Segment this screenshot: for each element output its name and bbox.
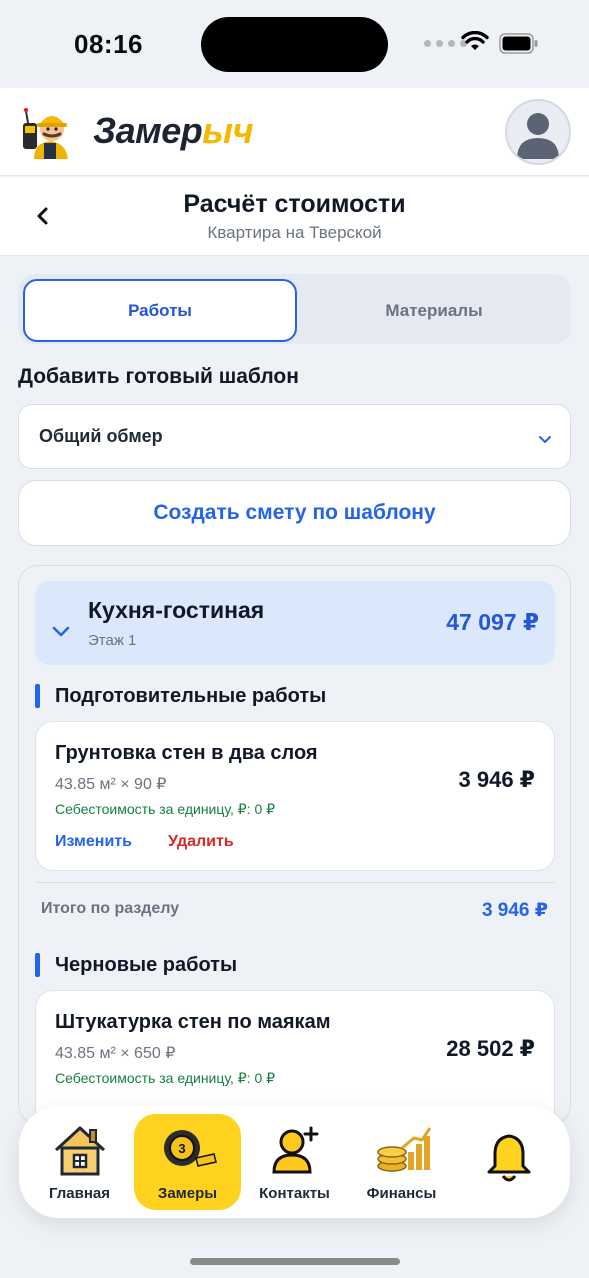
mascot-logo-icon (23, 108, 68, 159)
svg-text:3: 3 (178, 1141, 185, 1156)
delete-button[interactable]: Удалить (168, 833, 234, 851)
work-item: Грунтовка стен в два слоя 43.85 м² × 90 … (35, 721, 555, 871)
nav-label: Финансы (366, 1185, 437, 1202)
nav-label: Замеры (157, 1185, 218, 1202)
nav-finance[interactable]: Финансы (348, 1114, 455, 1210)
nav-contacts[interactable]: Контакты (241, 1114, 348, 1210)
battery-icon (499, 33, 538, 54)
tab-works[interactable]: Работы (23, 279, 297, 342)
tape-measure-icon: 3 (163, 1130, 217, 1167)
divider (35, 882, 555, 883)
status-time: 08:16 (74, 29, 143, 59)
section-subtotal-label: Итого по разделу (41, 900, 180, 917)
template-section-label: Добавить готовый шаблон (18, 365, 299, 388)
logo-part-1: Замер (93, 110, 203, 151)
status-bar: 08:16 (0, 0, 589, 88)
bell-icon (487, 1134, 530, 1182)
template-select[interactable]: Общий обмер (18, 404, 571, 469)
tab-materials[interactable]: Материалы (302, 279, 566, 342)
page-header: Расчёт стоимости Квартира на Тверской (0, 177, 589, 256)
app-logo-text: Замерыч (93, 110, 254, 152)
coins-chart-icon (376, 1127, 431, 1172)
nav-label: Главная (48, 1185, 110, 1202)
room-header[interactable]: Кухня-гостиная Этаж 1 47 097 ₽ (35, 581, 555, 665)
edit-button[interactable]: Изменить (55, 833, 132, 851)
avatar[interactable] (505, 99, 571, 165)
section-marker (35, 953, 40, 977)
wifi-icon (461, 31, 489, 50)
room-total: 47 097 ₽ (446, 609, 539, 635)
room-title: Кухня-гостиная (88, 597, 265, 623)
chevron-down-icon (52, 626, 70, 637)
work-item: Штукатурка стен по маякам 43.85 м² × 650… (35, 990, 555, 1124)
work-item-cost: Себестоимость за единицу, ₽: 0 ₽ (55, 1070, 276, 1086)
work-item-qty: 43.85 м² × 650 ₽ (55, 1045, 176, 1062)
work-item-name: Штукатурка стен по маякам (55, 1011, 331, 1033)
section-marker (35, 684, 40, 708)
dynamic-island (201, 17, 388, 72)
logo-part-2: ыч (202, 110, 254, 151)
work-item-qty: 43.85 м² × 90 ₽ (55, 776, 167, 793)
nav-label: Контакты (259, 1185, 330, 1202)
chevron-down-icon (539, 436, 551, 443)
page-subtitle: Квартира на Тверской (207, 223, 382, 242)
section-title: Подготовительные работы (55, 685, 327, 707)
work-item-price: 3 946 ₽ (458, 767, 535, 792)
work-item-price: 28 502 ₽ (446, 1036, 535, 1061)
nav-home[interactable]: Главная (26, 1114, 133, 1210)
work-item-name: Грунтовка стен в два слоя (55, 742, 318, 764)
add-contact-icon (271, 1126, 318, 1174)
template-select-value: Общий обмер (39, 426, 163, 446)
nav-measurements[interactable]: 3 Замеры (134, 1114, 241, 1210)
room-floor: Этаж 1 (88, 632, 137, 649)
user-icon (517, 113, 559, 159)
room-card: Кухня-гостиная Этаж 1 47 097 ₽ Подготови… (18, 565, 571, 1125)
section-title: Черновые работы (55, 954, 238, 976)
page-title: Расчёт стоимости (183, 190, 406, 218)
create-estimate-button[interactable]: Создать смету по шаблону (18, 480, 571, 546)
segmented-control: Работы Материалы (18, 274, 571, 344)
home-indicator (190, 1258, 400, 1265)
section-subtotal-value: 3 946 ₽ (481, 900, 548, 921)
app-bar: Замерыч (0, 88, 589, 176)
bottom-nav: Главная 3 Замеры Контакты Финансы (19, 1106, 570, 1218)
house-icon (54, 1126, 105, 1176)
nav-notifications[interactable] (455, 1114, 562, 1210)
work-item-cost: Себестоимость за единицу, ₽: 0 ₽ (55, 801, 276, 817)
